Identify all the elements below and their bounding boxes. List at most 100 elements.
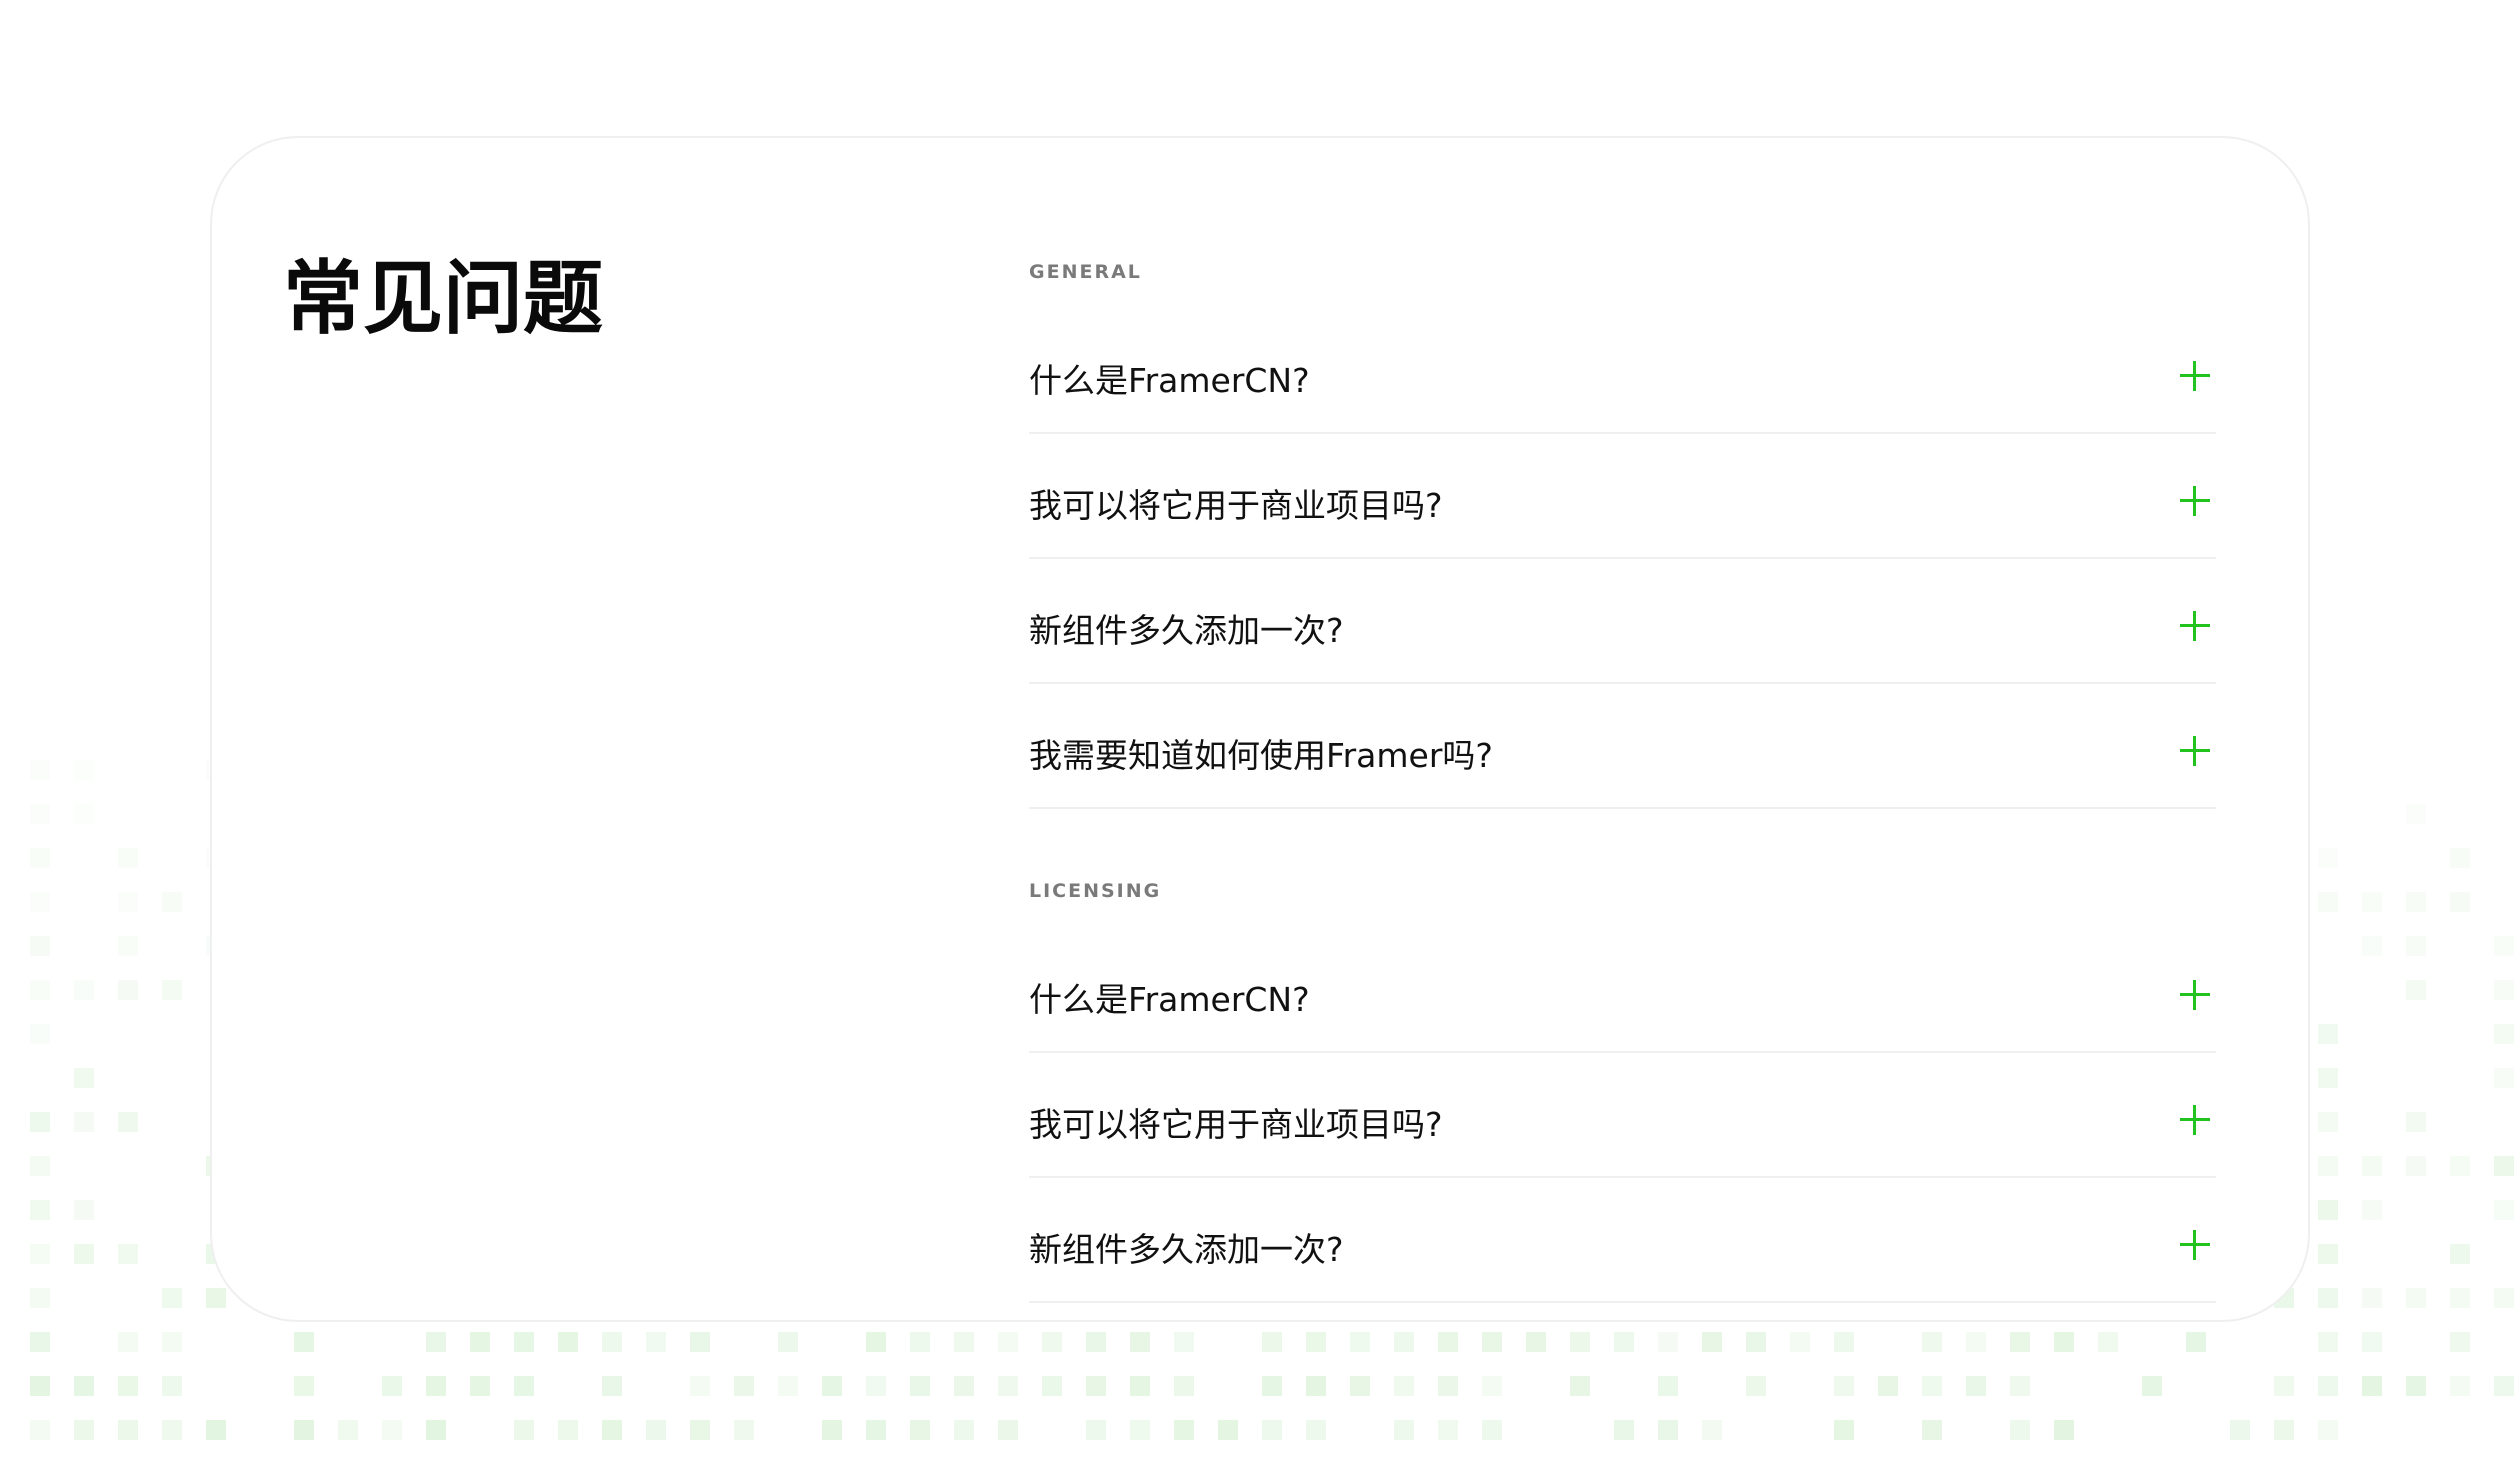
faq-item-licensing-3[interactable]: 新组件多久添加一次? <box>1029 1178 2216 1303</box>
background-pixel <box>2142 1376 2162 1396</box>
background-pixel <box>2186 1332 2206 1352</box>
background-pixel <box>1922 1376 1942 1396</box>
background-pixel <box>162 980 182 1000</box>
background-pixel <box>426 1420 446 1440</box>
background-pixel <box>1218 1420 1238 1440</box>
plus-icon[interactable] <box>2180 361 2210 391</box>
background-pixel <box>866 1376 886 1396</box>
faq-question: 什么是FramerCN? <box>1029 361 1310 400</box>
background-pixel <box>426 1332 446 1352</box>
background-pixel <box>2362 936 2382 956</box>
background-pixel <box>1658 1376 1678 1396</box>
background-pixel <box>1438 1376 1458 1396</box>
background-pixel <box>1130 1420 1150 1440</box>
faq-item-general-1[interactable]: 什么是FramerCN? <box>1029 309 2216 434</box>
background-pixel <box>30 760 50 780</box>
faq-item-general-4[interactable]: 我需要知道如何使用Framer吗? <box>1029 684 2216 809</box>
background-pixel <box>2054 1332 2074 1352</box>
background-pixel <box>1394 1332 1414 1352</box>
background-pixel <box>1350 1376 1370 1396</box>
background-pixel <box>1658 1332 1678 1352</box>
background-pixel <box>1262 1420 1282 1440</box>
background-pixel <box>734 1376 754 1396</box>
background-pixel <box>514 1420 534 1440</box>
faq-item-general-2[interactable]: 我可以将它用于商业项目吗? <box>1029 434 2216 559</box>
background-pixel <box>30 1156 50 1176</box>
background-pixel <box>74 1112 94 1132</box>
background-pixel <box>2318 1068 2338 1088</box>
background-pixel <box>910 1376 930 1396</box>
background-pixel <box>118 936 138 956</box>
faq-question: 新组件多久添加一次? <box>1029 611 1344 650</box>
background-pixel <box>822 1420 842 1440</box>
background-pixel <box>2318 1288 2338 1308</box>
background-pixel <box>162 1332 182 1352</box>
background-pixel <box>30 1332 50 1352</box>
background-pixel <box>1438 1332 1458 1352</box>
faq-card: 常见问题 GENERAL 什么是FramerCN? 我可以将它用于商业项目吗? … <box>210 136 2310 1322</box>
background-pixel <box>2318 848 2338 868</box>
background-pixel <box>206 1420 226 1440</box>
background-pixel <box>1086 1332 1106 1352</box>
section-label-general: GENERAL <box>1029 261 1142 283</box>
background-pixel <box>998 1376 1018 1396</box>
background-pixel <box>1570 1376 1590 1396</box>
plus-icon[interactable] <box>2180 1230 2210 1260</box>
plus-icon[interactable] <box>2180 486 2210 516</box>
plus-icon[interactable] <box>2180 611 2210 641</box>
faq-question: 新组件多久添加一次? <box>1029 1230 1344 1269</box>
background-pixel <box>1922 1420 1942 1440</box>
background-pixel <box>690 1332 710 1352</box>
background-pixel <box>2494 936 2514 956</box>
faq-question: 什么是FramerCN? <box>1029 980 1310 1019</box>
background-pixel <box>2494 1288 2514 1308</box>
background-pixel <box>2406 936 2426 956</box>
background-pixel <box>118 892 138 912</box>
background-pixel <box>118 1420 138 1440</box>
background-pixel <box>1702 1420 1722 1440</box>
background-pixel <box>690 1420 710 1440</box>
background-pixel <box>162 1288 182 1308</box>
background-pixel <box>1306 1376 1326 1396</box>
faq-item-general-3[interactable]: 新组件多久添加一次? <box>1029 559 2216 684</box>
background-pixel <box>162 1420 182 1440</box>
background-pixel <box>646 1420 666 1440</box>
faq-item-licensing-2[interactable]: 我可以将它用于商业项目吗? <box>1029 1053 2216 1178</box>
background-pixel <box>558 1332 578 1352</box>
background-pixel <box>2450 1156 2470 1176</box>
background-pixel <box>998 1420 1018 1440</box>
plus-icon[interactable] <box>2180 736 2210 766</box>
background-pixel <box>2450 1244 2470 1264</box>
faq-title: 常见问题 <box>283 252 603 345</box>
background-pixel <box>2406 804 2426 824</box>
background-pixel <box>822 1376 842 1396</box>
plus-icon[interactable] <box>2180 980 2210 1010</box>
background-pixel <box>118 1112 138 1132</box>
background-pixel <box>1790 1332 1810 1352</box>
background-pixel <box>602 1332 622 1352</box>
plus-icon[interactable] <box>2180 1105 2210 1135</box>
background-pixel <box>2362 1200 2382 1220</box>
background-pixel <box>74 1420 94 1440</box>
background-pixel <box>1130 1332 1150 1352</box>
background-pixel <box>294 1332 314 1352</box>
background-pixel <box>2010 1332 2030 1352</box>
background-pixel <box>910 1420 930 1440</box>
background-pixel <box>514 1376 534 1396</box>
background-pixel <box>2494 1376 2514 1396</box>
background-pixel <box>1482 1420 1502 1440</box>
background-pixel <box>74 980 94 1000</box>
background-pixel <box>1526 1332 1546 1352</box>
background-pixel <box>2098 1332 2118 1352</box>
background-pixel <box>1086 1420 1106 1440</box>
background-pixel <box>1614 1420 1634 1440</box>
background-pixel <box>1966 1376 1986 1396</box>
faq-item-licensing-1[interactable]: 什么是FramerCN? <box>1029 928 2216 1053</box>
background-pixel <box>30 1200 50 1220</box>
background-pixel <box>2318 1244 2338 1264</box>
background-pixel <box>30 848 50 868</box>
background-pixel <box>2406 1156 2426 1176</box>
background-pixel <box>1922 1332 1942 1352</box>
background-pixel <box>1042 1376 1062 1396</box>
background-pixel <box>2362 1376 2382 1396</box>
